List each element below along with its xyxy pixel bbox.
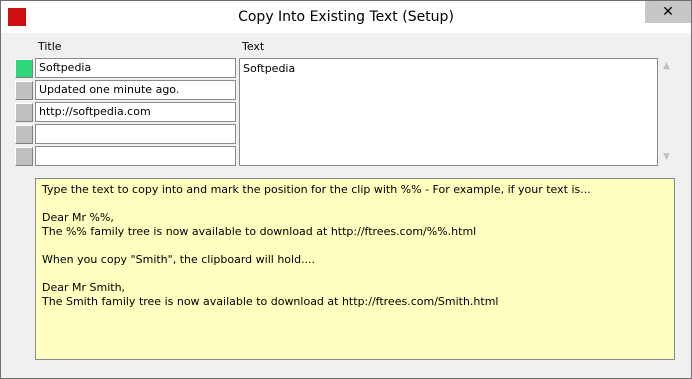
help-line: The %% family tree is now available to d… <box>42 225 477 238</box>
title-field-3[interactable]: http://softpedia.com <box>35 102 236 122</box>
row-select-button-1[interactable] <box>15 59 33 78</box>
help-line: Dear Mr %%, <box>42 211 114 224</box>
title-column-header: Title <box>38 40 62 53</box>
close-button[interactable]: ✕ <box>645 1 691 23</box>
title-field-2[interactable]: Updated one minute ago. <box>35 80 236 100</box>
row-select-button-2[interactable] <box>15 81 33 100</box>
setup-window: Copy Into Existing Text (Setup) ✕ Title … <box>0 0 692 379</box>
help-text-box: Type the text to copy into and mark the … <box>35 178 675 360</box>
row-select-button-5[interactable] <box>15 147 33 166</box>
scroll-down-icon[interactable]: ▼ <box>658 149 675 166</box>
title-bar: Copy Into Existing Text (Setup) ✕ <box>1 1 691 33</box>
title-field-1[interactable]: Softpedia <box>35 58 236 78</box>
help-line: When you copy "Smith", the clipboard wil… <box>42 253 316 266</box>
row-select-button-4[interactable] <box>15 125 33 144</box>
window-title: Copy Into Existing Text (Setup) <box>238 9 454 25</box>
title-field-5[interactable] <box>35 146 236 166</box>
text-column-header: Text <box>242 40 265 53</box>
client-area: Title Text Softpedia Updated one minute … <box>8 33 684 373</box>
help-line: Type the text to copy into and mark the … <box>42 183 591 196</box>
help-line: The Smith family tree is now available t… <box>42 295 499 308</box>
title-field-4[interactable] <box>35 124 236 144</box>
scroll-up-icon[interactable]: ▲ <box>658 58 675 75</box>
text-scrollbar[interactable]: ▲ ▼ <box>658 58 675 166</box>
text-field[interactable]: Softpedia <box>239 58 658 166</box>
row-select-button-3[interactable] <box>15 103 33 122</box>
help-line: Dear Mr Smith, <box>42 281 126 294</box>
close-icon: ✕ <box>662 4 674 20</box>
